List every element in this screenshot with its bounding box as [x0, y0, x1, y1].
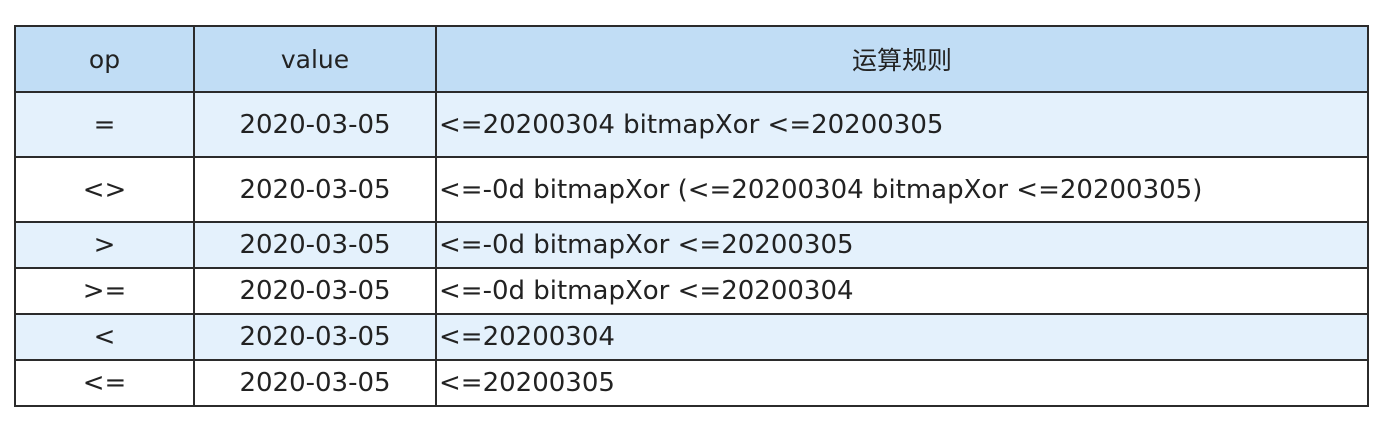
cell-rule: <=20200304 — [435, 313, 1369, 361]
table-row: < 2020-03-05 <=20200304 — [14, 313, 1369, 361]
cell-rule: <=20200304 bitmapXor <=20200305 — [435, 91, 1369, 158]
cell-rule: <=-0d bitmapXor <=20200305 — [435, 221, 1369, 269]
table-header-row: op value 运算规则 — [14, 25, 1369, 93]
cell-value: 2020-03-05 — [193, 221, 437, 269]
cell-op: = — [14, 91, 195, 158]
cell-value: 2020-03-05 — [193, 267, 437, 315]
table-row: <= 2020-03-05 <=20200305 — [14, 359, 1369, 407]
cell-value: 2020-03-05 — [193, 156, 437, 223]
cell-op: <> — [14, 156, 195, 223]
table-row: >= 2020-03-05 <=-0d bitmapXor <=20200304 — [14, 267, 1369, 315]
header-rule: 运算规则 — [435, 25, 1369, 93]
header-op: op — [14, 25, 195, 93]
cell-op: <= — [14, 359, 195, 407]
cell-value: 2020-03-05 — [193, 91, 437, 158]
table-row: > 2020-03-05 <=-0d bitmapXor <=20200305 — [14, 221, 1369, 269]
cell-op: >= — [14, 267, 195, 315]
header-value: value — [193, 25, 437, 93]
table-row: = 2020-03-05 <=20200304 bitmapXor <=2020… — [14, 91, 1369, 158]
cell-rule: <=-0d bitmapXor (<=20200304 bitmapXor <=… — [435, 156, 1369, 223]
cell-rule: <=20200305 — [435, 359, 1369, 407]
cell-value: 2020-03-05 — [193, 359, 437, 407]
cell-op: < — [14, 313, 195, 361]
table-row: <> 2020-03-05 <=-0d bitmapXor (<=2020030… — [14, 156, 1369, 223]
cell-op: > — [14, 221, 195, 269]
operator-rules-table: op value 运算规则 = 2020-03-05 <=20200304 bi… — [14, 25, 1369, 407]
cell-value: 2020-03-05 — [193, 313, 437, 361]
cell-rule: <=-0d bitmapXor <=20200304 — [435, 267, 1369, 315]
